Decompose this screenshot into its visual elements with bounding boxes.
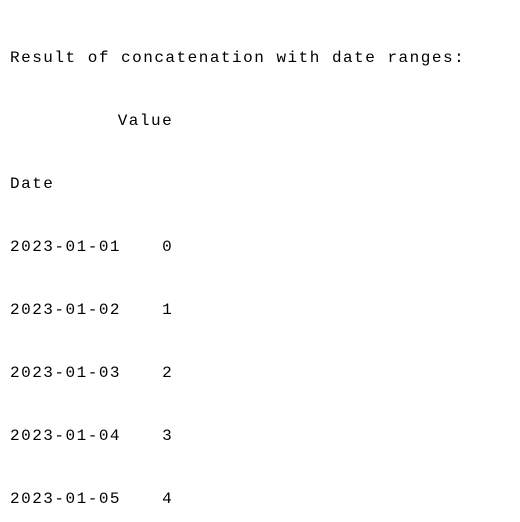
value-cell: 4 [106, 489, 173, 510]
date-cell: 2023-01-01 [10, 237, 106, 258]
section1-title: Result of concatenation with date ranges… [10, 48, 520, 69]
value-cell: 0 [106, 237, 173, 258]
index-label: Date [10, 174, 54, 195]
console-output: Result of concatenation with date ranges… [0, 0, 520, 522]
table-row: 2023-01-054 [10, 489, 520, 510]
table-row: 2023-01-021 [10, 300, 520, 321]
value-column-header: Value [10, 111, 173, 132]
section1-index-label-row: Date [10, 174, 520, 195]
section1-header-row: Value [10, 111, 520, 132]
value-cell: 3 [106, 426, 173, 447]
date-cell: 2023-01-03 [10, 363, 106, 384]
date-cell: 2023-01-02 [10, 300, 106, 321]
date-cell: 2023-01-05 [10, 489, 106, 510]
date-cell: 2023-01-04 [10, 426, 106, 447]
table-row: 2023-01-043 [10, 426, 520, 447]
table-row: 2023-01-010 [10, 237, 520, 258]
value-cell: 2 [106, 363, 173, 384]
value-cell: 1 [106, 300, 173, 321]
table-row: 2023-01-032 [10, 363, 520, 384]
